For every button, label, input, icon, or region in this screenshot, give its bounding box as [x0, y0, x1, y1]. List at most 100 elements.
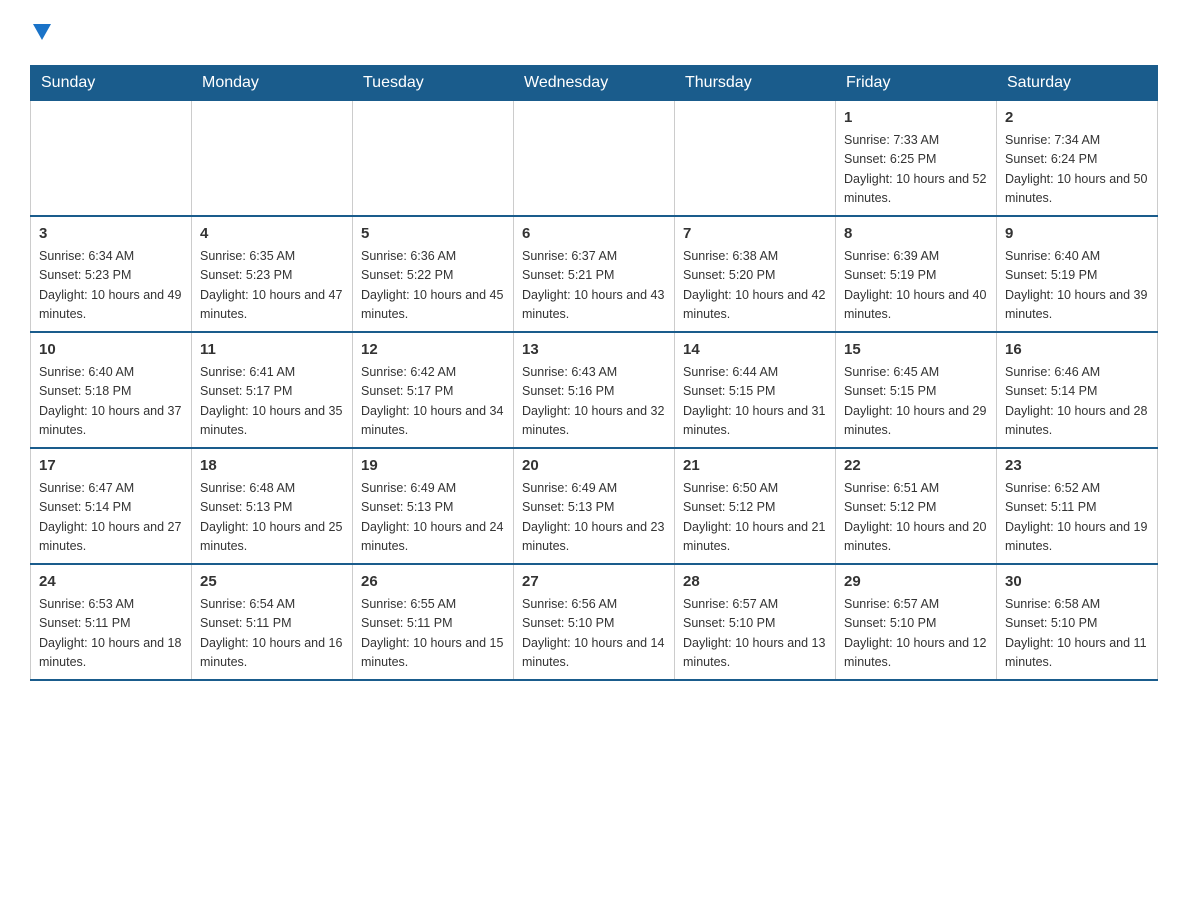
day-info: Sunrise: 6:40 AM Sunset: 5:18 PM Dayligh…: [39, 363, 183, 441]
calendar-cell: 25Sunrise: 6:54 AM Sunset: 5:11 PM Dayli…: [192, 564, 353, 680]
column-header-sunday: Sunday: [31, 65, 192, 100]
calendar-cell: 3Sunrise: 6:34 AM Sunset: 5:23 PM Daylig…: [31, 216, 192, 332]
column-header-saturday: Saturday: [997, 65, 1158, 100]
calendar-cell: 5Sunrise: 6:36 AM Sunset: 5:22 PM Daylig…: [353, 216, 514, 332]
day-number: 23: [1005, 455, 1149, 478]
day-info: Sunrise: 6:41 AM Sunset: 5:17 PM Dayligh…: [200, 363, 344, 441]
calendar-cell: [675, 100, 836, 216]
column-header-thursday: Thursday: [675, 65, 836, 100]
day-number: 13: [522, 339, 666, 362]
column-header-tuesday: Tuesday: [353, 65, 514, 100]
calendar-week-row: 17Sunrise: 6:47 AM Sunset: 5:14 PM Dayli…: [31, 448, 1158, 564]
day-info: Sunrise: 6:40 AM Sunset: 5:19 PM Dayligh…: [1005, 247, 1149, 325]
day-info: Sunrise: 6:56 AM Sunset: 5:10 PM Dayligh…: [522, 595, 666, 673]
day-info: Sunrise: 7:34 AM Sunset: 6:24 PM Dayligh…: [1005, 131, 1149, 209]
calendar-cell: 28Sunrise: 6:57 AM Sunset: 5:10 PM Dayli…: [675, 564, 836, 680]
day-number: 2: [1005, 107, 1149, 130]
calendar-header-row: SundayMondayTuesdayWednesdayThursdayFrid…: [31, 65, 1158, 100]
day-info: Sunrise: 6:50 AM Sunset: 5:12 PM Dayligh…: [683, 479, 827, 557]
calendar-cell: 2Sunrise: 7:34 AM Sunset: 6:24 PM Daylig…: [997, 100, 1158, 216]
day-number: 19: [361, 455, 505, 478]
day-info: Sunrise: 6:39 AM Sunset: 5:19 PM Dayligh…: [844, 247, 988, 325]
day-number: 24: [39, 571, 183, 594]
day-number: 1: [844, 107, 988, 130]
day-info: Sunrise: 6:43 AM Sunset: 5:16 PM Dayligh…: [522, 363, 666, 441]
day-number: 8: [844, 223, 988, 246]
day-number: 20: [522, 455, 666, 478]
day-number: 6: [522, 223, 666, 246]
day-number: 27: [522, 571, 666, 594]
day-number: 21: [683, 455, 827, 478]
calendar-cell: 16Sunrise: 6:46 AM Sunset: 5:14 PM Dayli…: [997, 332, 1158, 448]
day-info: Sunrise: 6:48 AM Sunset: 5:13 PM Dayligh…: [200, 479, 344, 557]
calendar-cell: 17Sunrise: 6:47 AM Sunset: 5:14 PM Dayli…: [31, 448, 192, 564]
day-number: 9: [1005, 223, 1149, 246]
calendar-cell: 14Sunrise: 6:44 AM Sunset: 5:15 PM Dayli…: [675, 332, 836, 448]
calendar-cell: 10Sunrise: 6:40 AM Sunset: 5:18 PM Dayli…: [31, 332, 192, 448]
calendar-cell: 6Sunrise: 6:37 AM Sunset: 5:21 PM Daylig…: [514, 216, 675, 332]
day-number: 3: [39, 223, 183, 246]
day-info: Sunrise: 6:49 AM Sunset: 5:13 PM Dayligh…: [522, 479, 666, 557]
calendar-cell: 7Sunrise: 6:38 AM Sunset: 5:20 PM Daylig…: [675, 216, 836, 332]
day-number: 15: [844, 339, 988, 362]
page-header: [30, 20, 1158, 45]
day-info: Sunrise: 6:57 AM Sunset: 5:10 PM Dayligh…: [683, 595, 827, 673]
day-number: 17: [39, 455, 183, 478]
day-number: 4: [200, 223, 344, 246]
day-number: 29: [844, 571, 988, 594]
calendar-cell: 24Sunrise: 6:53 AM Sunset: 5:11 PM Dayli…: [31, 564, 192, 680]
day-info: Sunrise: 6:38 AM Sunset: 5:20 PM Dayligh…: [683, 247, 827, 325]
day-info: Sunrise: 6:47 AM Sunset: 5:14 PM Dayligh…: [39, 479, 183, 557]
day-info: Sunrise: 6:51 AM Sunset: 5:12 PM Dayligh…: [844, 479, 988, 557]
day-info: Sunrise: 6:37 AM Sunset: 5:21 PM Dayligh…: [522, 247, 666, 325]
logo: [30, 20, 51, 45]
calendar-cell: 13Sunrise: 6:43 AM Sunset: 5:16 PM Dayli…: [514, 332, 675, 448]
day-number: 14: [683, 339, 827, 362]
column-header-wednesday: Wednesday: [514, 65, 675, 100]
calendar-cell: 1Sunrise: 7:33 AM Sunset: 6:25 PM Daylig…: [836, 100, 997, 216]
logo-triangle-icon: [33, 24, 51, 40]
day-number: 22: [844, 455, 988, 478]
calendar-cell: [31, 100, 192, 216]
day-info: Sunrise: 6:53 AM Sunset: 5:11 PM Dayligh…: [39, 595, 183, 673]
calendar-cell: 4Sunrise: 6:35 AM Sunset: 5:23 PM Daylig…: [192, 216, 353, 332]
day-info: Sunrise: 6:52 AM Sunset: 5:11 PM Dayligh…: [1005, 479, 1149, 557]
calendar-cell: 29Sunrise: 6:57 AM Sunset: 5:10 PM Dayli…: [836, 564, 997, 680]
calendar-cell: [514, 100, 675, 216]
calendar-cell: [353, 100, 514, 216]
calendar-cell: 22Sunrise: 6:51 AM Sunset: 5:12 PM Dayli…: [836, 448, 997, 564]
calendar-week-row: 24Sunrise: 6:53 AM Sunset: 5:11 PM Dayli…: [31, 564, 1158, 680]
day-info: Sunrise: 6:49 AM Sunset: 5:13 PM Dayligh…: [361, 479, 505, 557]
calendar-cell: 15Sunrise: 6:45 AM Sunset: 5:15 PM Dayli…: [836, 332, 997, 448]
day-number: 11: [200, 339, 344, 362]
calendar-cell: 26Sunrise: 6:55 AM Sunset: 5:11 PM Dayli…: [353, 564, 514, 680]
day-info: Sunrise: 6:44 AM Sunset: 5:15 PM Dayligh…: [683, 363, 827, 441]
column-header-monday: Monday: [192, 65, 353, 100]
day-info: Sunrise: 7:33 AM Sunset: 6:25 PM Dayligh…: [844, 131, 988, 209]
day-info: Sunrise: 6:42 AM Sunset: 5:17 PM Dayligh…: [361, 363, 505, 441]
day-info: Sunrise: 6:46 AM Sunset: 5:14 PM Dayligh…: [1005, 363, 1149, 441]
day-info: Sunrise: 6:57 AM Sunset: 5:10 PM Dayligh…: [844, 595, 988, 673]
day-number: 30: [1005, 571, 1149, 594]
day-number: 26: [361, 571, 505, 594]
calendar-cell: 21Sunrise: 6:50 AM Sunset: 5:12 PM Dayli…: [675, 448, 836, 564]
calendar-cell: 18Sunrise: 6:48 AM Sunset: 5:13 PM Dayli…: [192, 448, 353, 564]
day-info: Sunrise: 6:55 AM Sunset: 5:11 PM Dayligh…: [361, 595, 505, 673]
calendar-cell: 27Sunrise: 6:56 AM Sunset: 5:10 PM Dayli…: [514, 564, 675, 680]
calendar-table: SundayMondayTuesdayWednesdayThursdayFrid…: [30, 65, 1158, 681]
day-info: Sunrise: 6:58 AM Sunset: 5:10 PM Dayligh…: [1005, 595, 1149, 673]
day-info: Sunrise: 6:34 AM Sunset: 5:23 PM Dayligh…: [39, 247, 183, 325]
calendar-cell: 11Sunrise: 6:41 AM Sunset: 5:17 PM Dayli…: [192, 332, 353, 448]
calendar-cell: 9Sunrise: 6:40 AM Sunset: 5:19 PM Daylig…: [997, 216, 1158, 332]
calendar-cell: 12Sunrise: 6:42 AM Sunset: 5:17 PM Dayli…: [353, 332, 514, 448]
calendar-cell: [192, 100, 353, 216]
calendar-cell: 19Sunrise: 6:49 AM Sunset: 5:13 PM Dayli…: [353, 448, 514, 564]
day-info: Sunrise: 6:36 AM Sunset: 5:22 PM Dayligh…: [361, 247, 505, 325]
calendar-cell: 20Sunrise: 6:49 AM Sunset: 5:13 PM Dayli…: [514, 448, 675, 564]
calendar-week-row: 1Sunrise: 7:33 AM Sunset: 6:25 PM Daylig…: [31, 100, 1158, 216]
calendar-cell: 8Sunrise: 6:39 AM Sunset: 5:19 PM Daylig…: [836, 216, 997, 332]
day-number: 16: [1005, 339, 1149, 362]
calendar-cell: 23Sunrise: 6:52 AM Sunset: 5:11 PM Dayli…: [997, 448, 1158, 564]
day-number: 28: [683, 571, 827, 594]
column-header-friday: Friday: [836, 65, 997, 100]
